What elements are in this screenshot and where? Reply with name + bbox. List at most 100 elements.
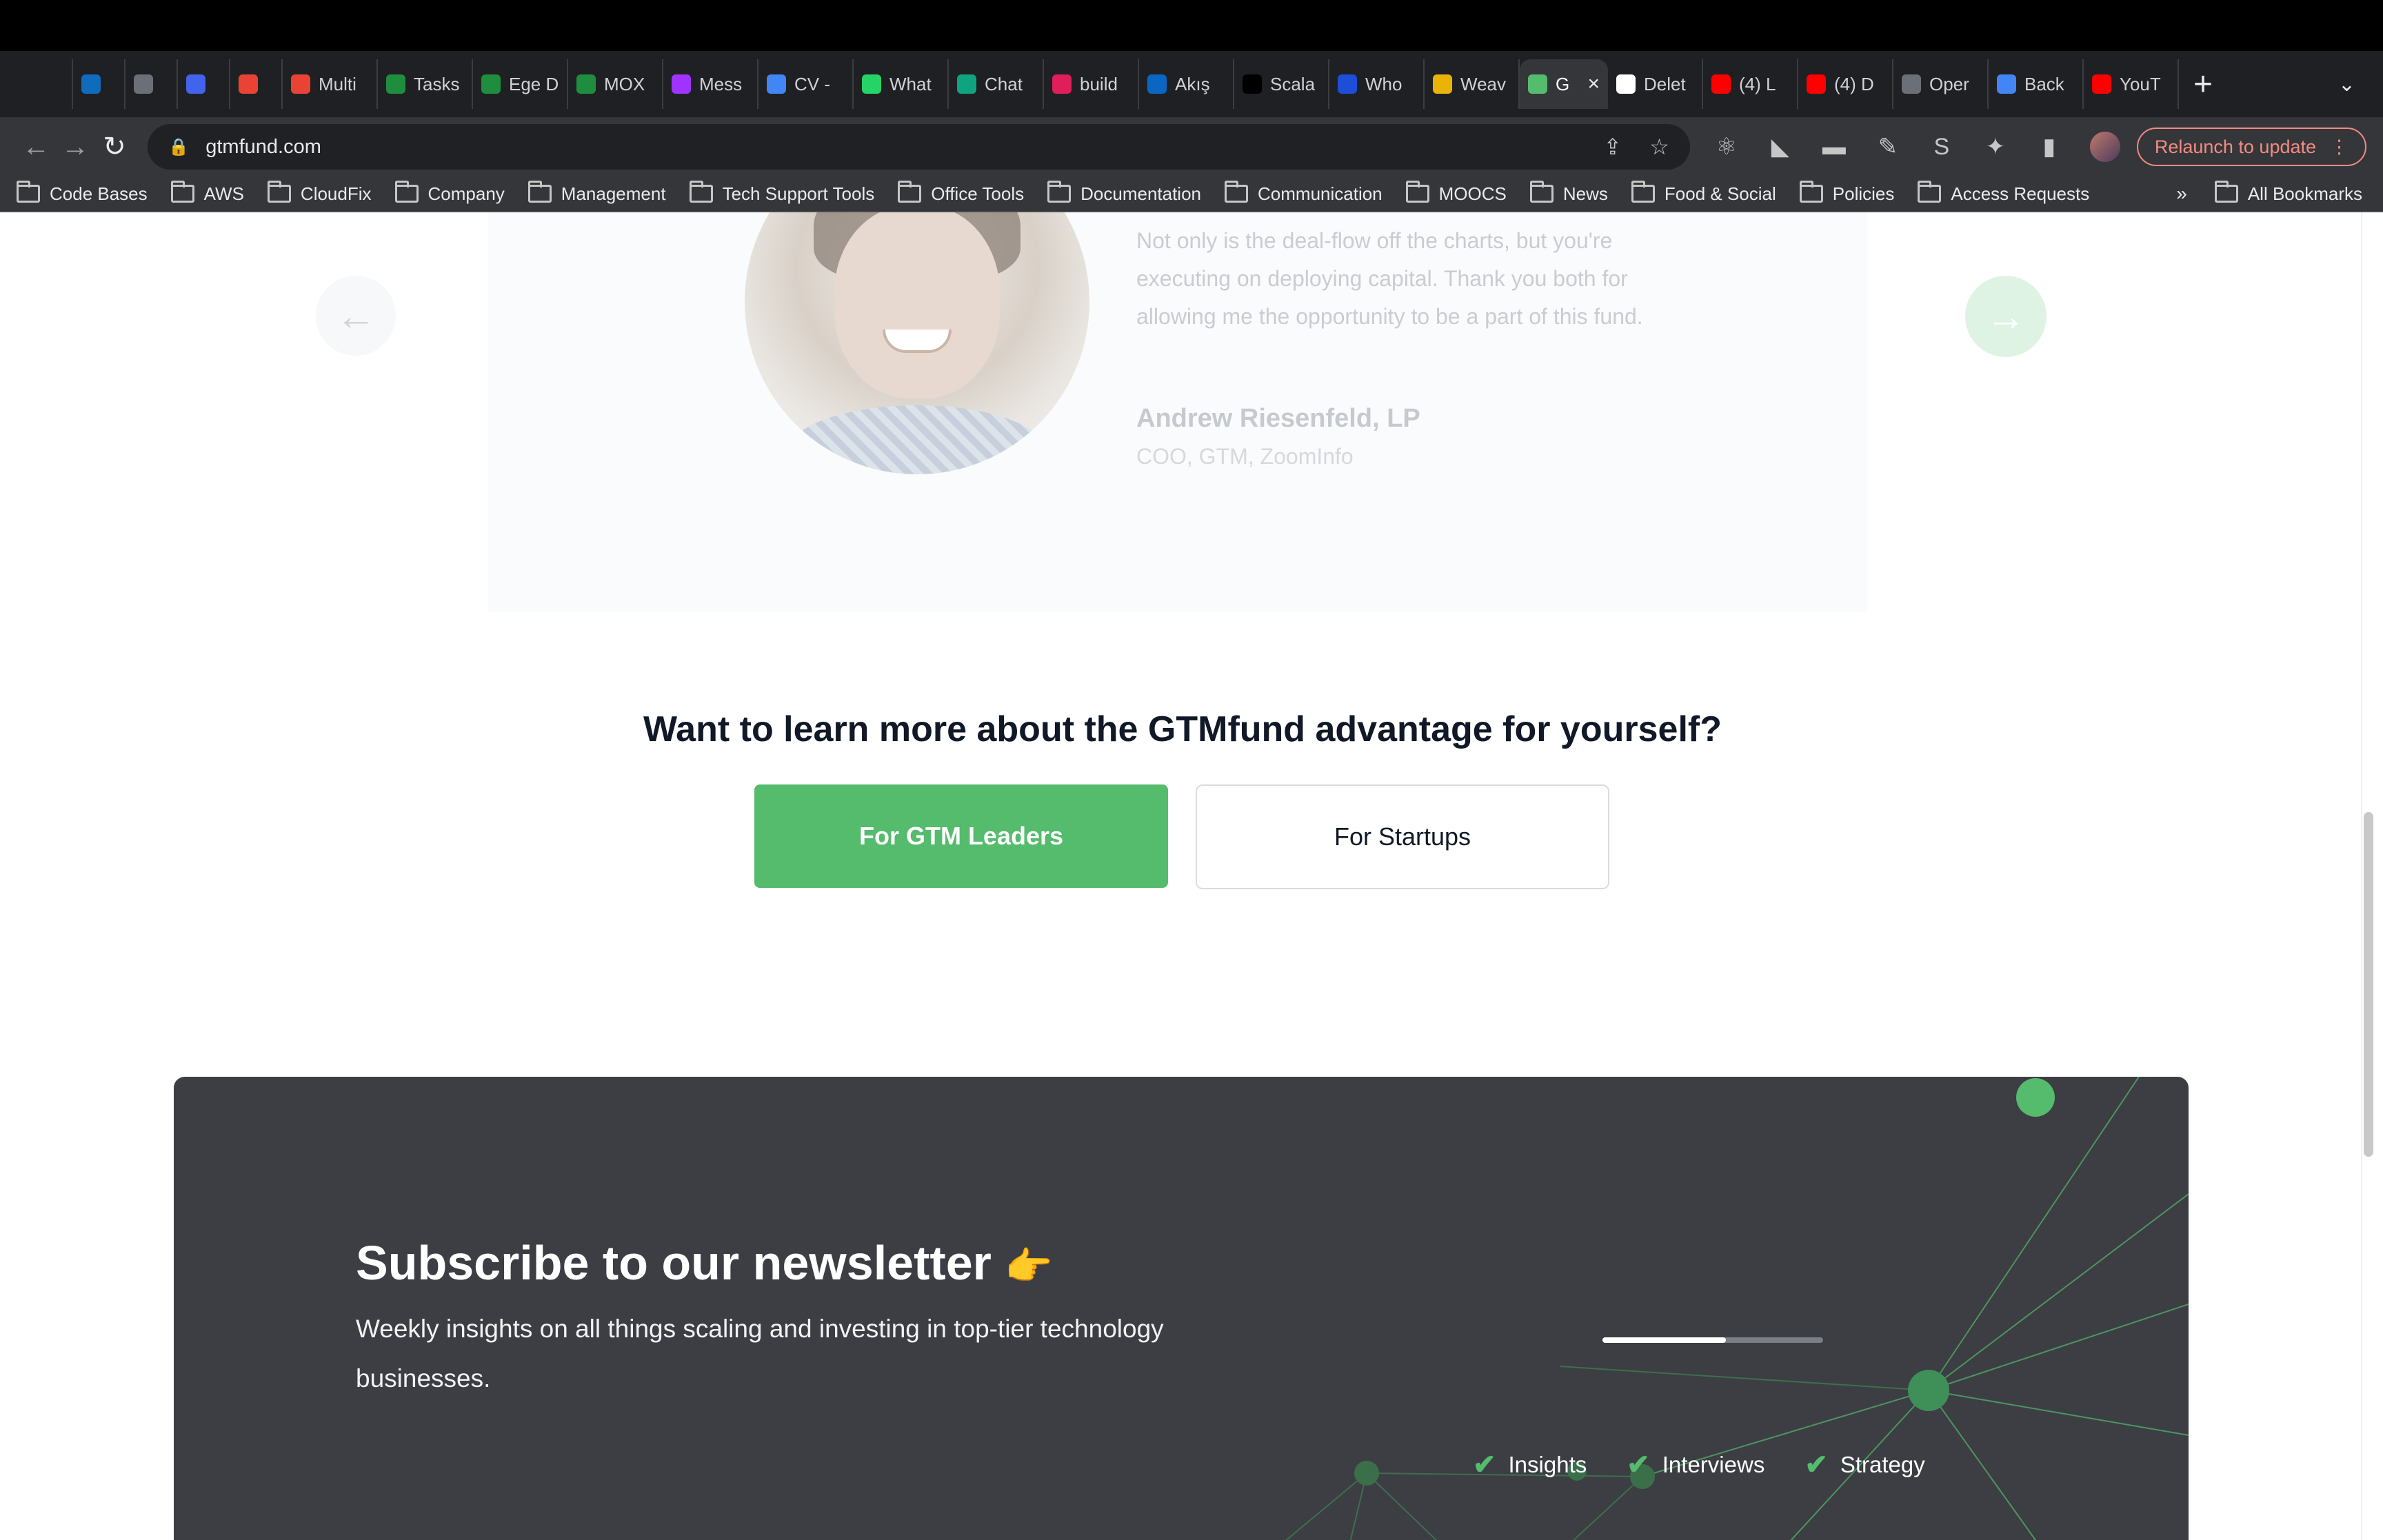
youtube-icon <box>1807 74 1826 94</box>
folder-icon <box>170 181 194 203</box>
browser-tab[interactable]: build <box>1044 59 1139 109</box>
browser-tab[interactable]: (4) D <box>1798 59 1893 109</box>
tab-search-chevron-icon[interactable]: ⌄ <box>2338 72 2355 97</box>
newsletter-feature: ✔ Strategy <box>1804 1449 1924 1481</box>
slack-icon <box>1052 74 1072 94</box>
folder-icon <box>527 181 552 203</box>
newsletter-feature-label: Strategy <box>1840 1452 1925 1477</box>
bookmark-folder[interactable]: MOOCS <box>1405 181 1507 205</box>
share-icon[interactable]: ⇪ <box>1603 134 1622 160</box>
folder-icon <box>1225 181 1249 203</box>
for-startups-button[interactable]: For Startups <box>1196 784 1609 889</box>
reload-button[interactable]: ↻ <box>95 126 134 168</box>
bookmark-folder[interactable]: Food & Social <box>1631 181 1776 205</box>
side-panel-icon[interactable]: ▮ <box>2036 134 2062 160</box>
bookmark-folder[interactable]: Company <box>394 181 505 205</box>
forward-button[interactable]: → <box>56 126 95 168</box>
browser-tab[interactable]: Oper <box>1893 59 1989 109</box>
eyedropper-icon[interactable]: ✎ <box>1875 134 1901 160</box>
all-bookmarks-folder[interactable]: All Bookmarks <box>2214 181 2362 205</box>
browser-tab[interactable]: Who <box>1329 59 1425 109</box>
browser-tab[interactable] <box>21 59 73 109</box>
browser-tab[interactable]: YouT <box>2084 59 2179 109</box>
gmail-icon <box>239 74 258 94</box>
tab-title: Tasks <box>414 73 460 94</box>
folder-icon <box>1405 181 1429 203</box>
bookmark-folder[interactable]: Management <box>527 181 666 205</box>
browser-tab[interactable]: Mess <box>663 59 758 109</box>
bookmark-folder[interactable]: Code Bases <box>17 181 148 205</box>
bookmarks-overflow-button[interactable]: » <box>2176 183 2187 205</box>
bookmark-label: Office Tools <box>931 183 1025 204</box>
folder-icon <box>17 181 40 203</box>
bookmark-folder[interactable]: Tech Support Tools <box>689 181 874 205</box>
gtmfund-icon <box>1528 74 1547 94</box>
browser-tab[interactable] <box>125 59 178 109</box>
tab-title: Delet <box>1644 73 1686 94</box>
bookmark-folder[interactable]: Communication <box>1225 181 1382 205</box>
more-menu-icon[interactable]: ⋮ <box>2330 136 2349 158</box>
new-tab-button[interactable]: + <box>2179 65 2227 103</box>
browser-tab[interactable] <box>178 59 230 109</box>
extension-s-icon[interactable]: S <box>1929 134 1955 160</box>
lock-icon[interactable]: 🔒 <box>168 137 189 157</box>
tab-title: G <box>1556 73 1570 94</box>
browser-tab[interactable]: Delet <box>1608 59 1703 109</box>
all-bookmarks-label: All Bookmarks <box>2247 183 2362 204</box>
folder-icon <box>898 181 922 203</box>
bookmark-folder[interactable]: CloudFix <box>267 181 372 205</box>
newsletter-subtitle: Weekly insights on all things scaling an… <box>356 1315 1164 1392</box>
extension-megaphone-icon[interactable]: ◣ <box>1767 134 1793 160</box>
address-bar[interactable]: 🔒 gtmfund.com ⇪ ☆ <box>148 124 1690 170</box>
bookmark-folder[interactable]: Access Requests <box>1918 181 2090 205</box>
newsletter-title-text: Subscribe to our newsletter <box>356 1236 992 1290</box>
browser-tab[interactable] <box>73 59 125 109</box>
browser-tab[interactable]: Scala <box>1234 59 1329 109</box>
browser-tab[interactable] <box>230 59 283 109</box>
bookmark-label: Access Requests <box>1951 183 2090 204</box>
browser-tab[interactable]: CV - <box>758 59 854 109</box>
browser-tab[interactable]: MOX <box>568 59 663 109</box>
tab-title: build <box>1080 73 1118 94</box>
tab-title: Chat <box>985 73 1023 94</box>
browser-tab[interactable]: Back <box>1989 59 2084 109</box>
browser-tab[interactable]: (4) L <box>1703 59 1798 109</box>
bookmark-star-icon[interactable]: ☆ <box>1649 134 1669 160</box>
github-icon <box>1616 74 1636 94</box>
browser-tab[interactable]: Ege D <box>473 59 568 109</box>
bookmark-folder[interactable]: Documentation <box>1047 181 1201 205</box>
relaunch-button[interactable]: Relaunch to update ⋮ <box>2136 128 2367 166</box>
bookmark-label: Food & Social <box>1664 183 1776 204</box>
sheets-icon <box>576 74 596 94</box>
browser-tab[interactable]: G × <box>1520 59 1608 109</box>
medium-icon <box>1243 74 1262 94</box>
folder-icon <box>267 181 291 203</box>
testimonial-role: COO, GTM, ZoomInfo <box>1136 444 1354 469</box>
close-tab-icon[interactable]: × <box>1587 72 1600 96</box>
carousel-prev-button[interactable]: ← <box>316 276 396 356</box>
react-devtools-icon[interactable]: ⚛ <box>1713 134 1740 160</box>
for-gtm-leaders-button[interactable]: For GTM Leaders <box>754 784 1168 888</box>
arrow-left-icon: ← <box>336 293 376 338</box>
browser-tab[interactable]: Multi <box>283 59 378 109</box>
browser-tab[interactable]: Akış <box>1139 59 1234 109</box>
bookmark-folder[interactable]: News <box>1529 181 1608 205</box>
carousel-next-button[interactable]: → <box>1965 276 2047 357</box>
profile-avatar[interactable] <box>2089 132 2120 162</box>
browser-tab[interactable]: What <box>854 59 949 109</box>
extensions-puzzle-icon[interactable]: ✦ <box>1982 134 2009 160</box>
back-button[interactable]: ← <box>17 126 56 168</box>
browser-tab[interactable]: Chat <box>949 59 1044 109</box>
whatsapp-icon <box>862 74 881 94</box>
browser-tab[interactable]: Tasks <box>378 59 473 109</box>
bookmark-folder[interactable]: AWS <box>170 181 244 205</box>
docs-icon <box>767 74 786 94</box>
folder-icon <box>1047 181 1072 203</box>
browser-tab[interactable]: Weav <box>1425 59 1520 109</box>
newsletter-feature-label: Insights <box>1508 1452 1587 1477</box>
extension-hat-icon[interactable]: ▬ <box>1821 134 1847 160</box>
bookmark-folder[interactable]: Office Tools <box>898 181 1025 205</box>
bookmark-folder[interactable]: Policies <box>1799 181 1894 205</box>
bookmark-label: Company <box>428 183 505 204</box>
scrollbar-thumb[interactable] <box>2364 812 2373 1157</box>
